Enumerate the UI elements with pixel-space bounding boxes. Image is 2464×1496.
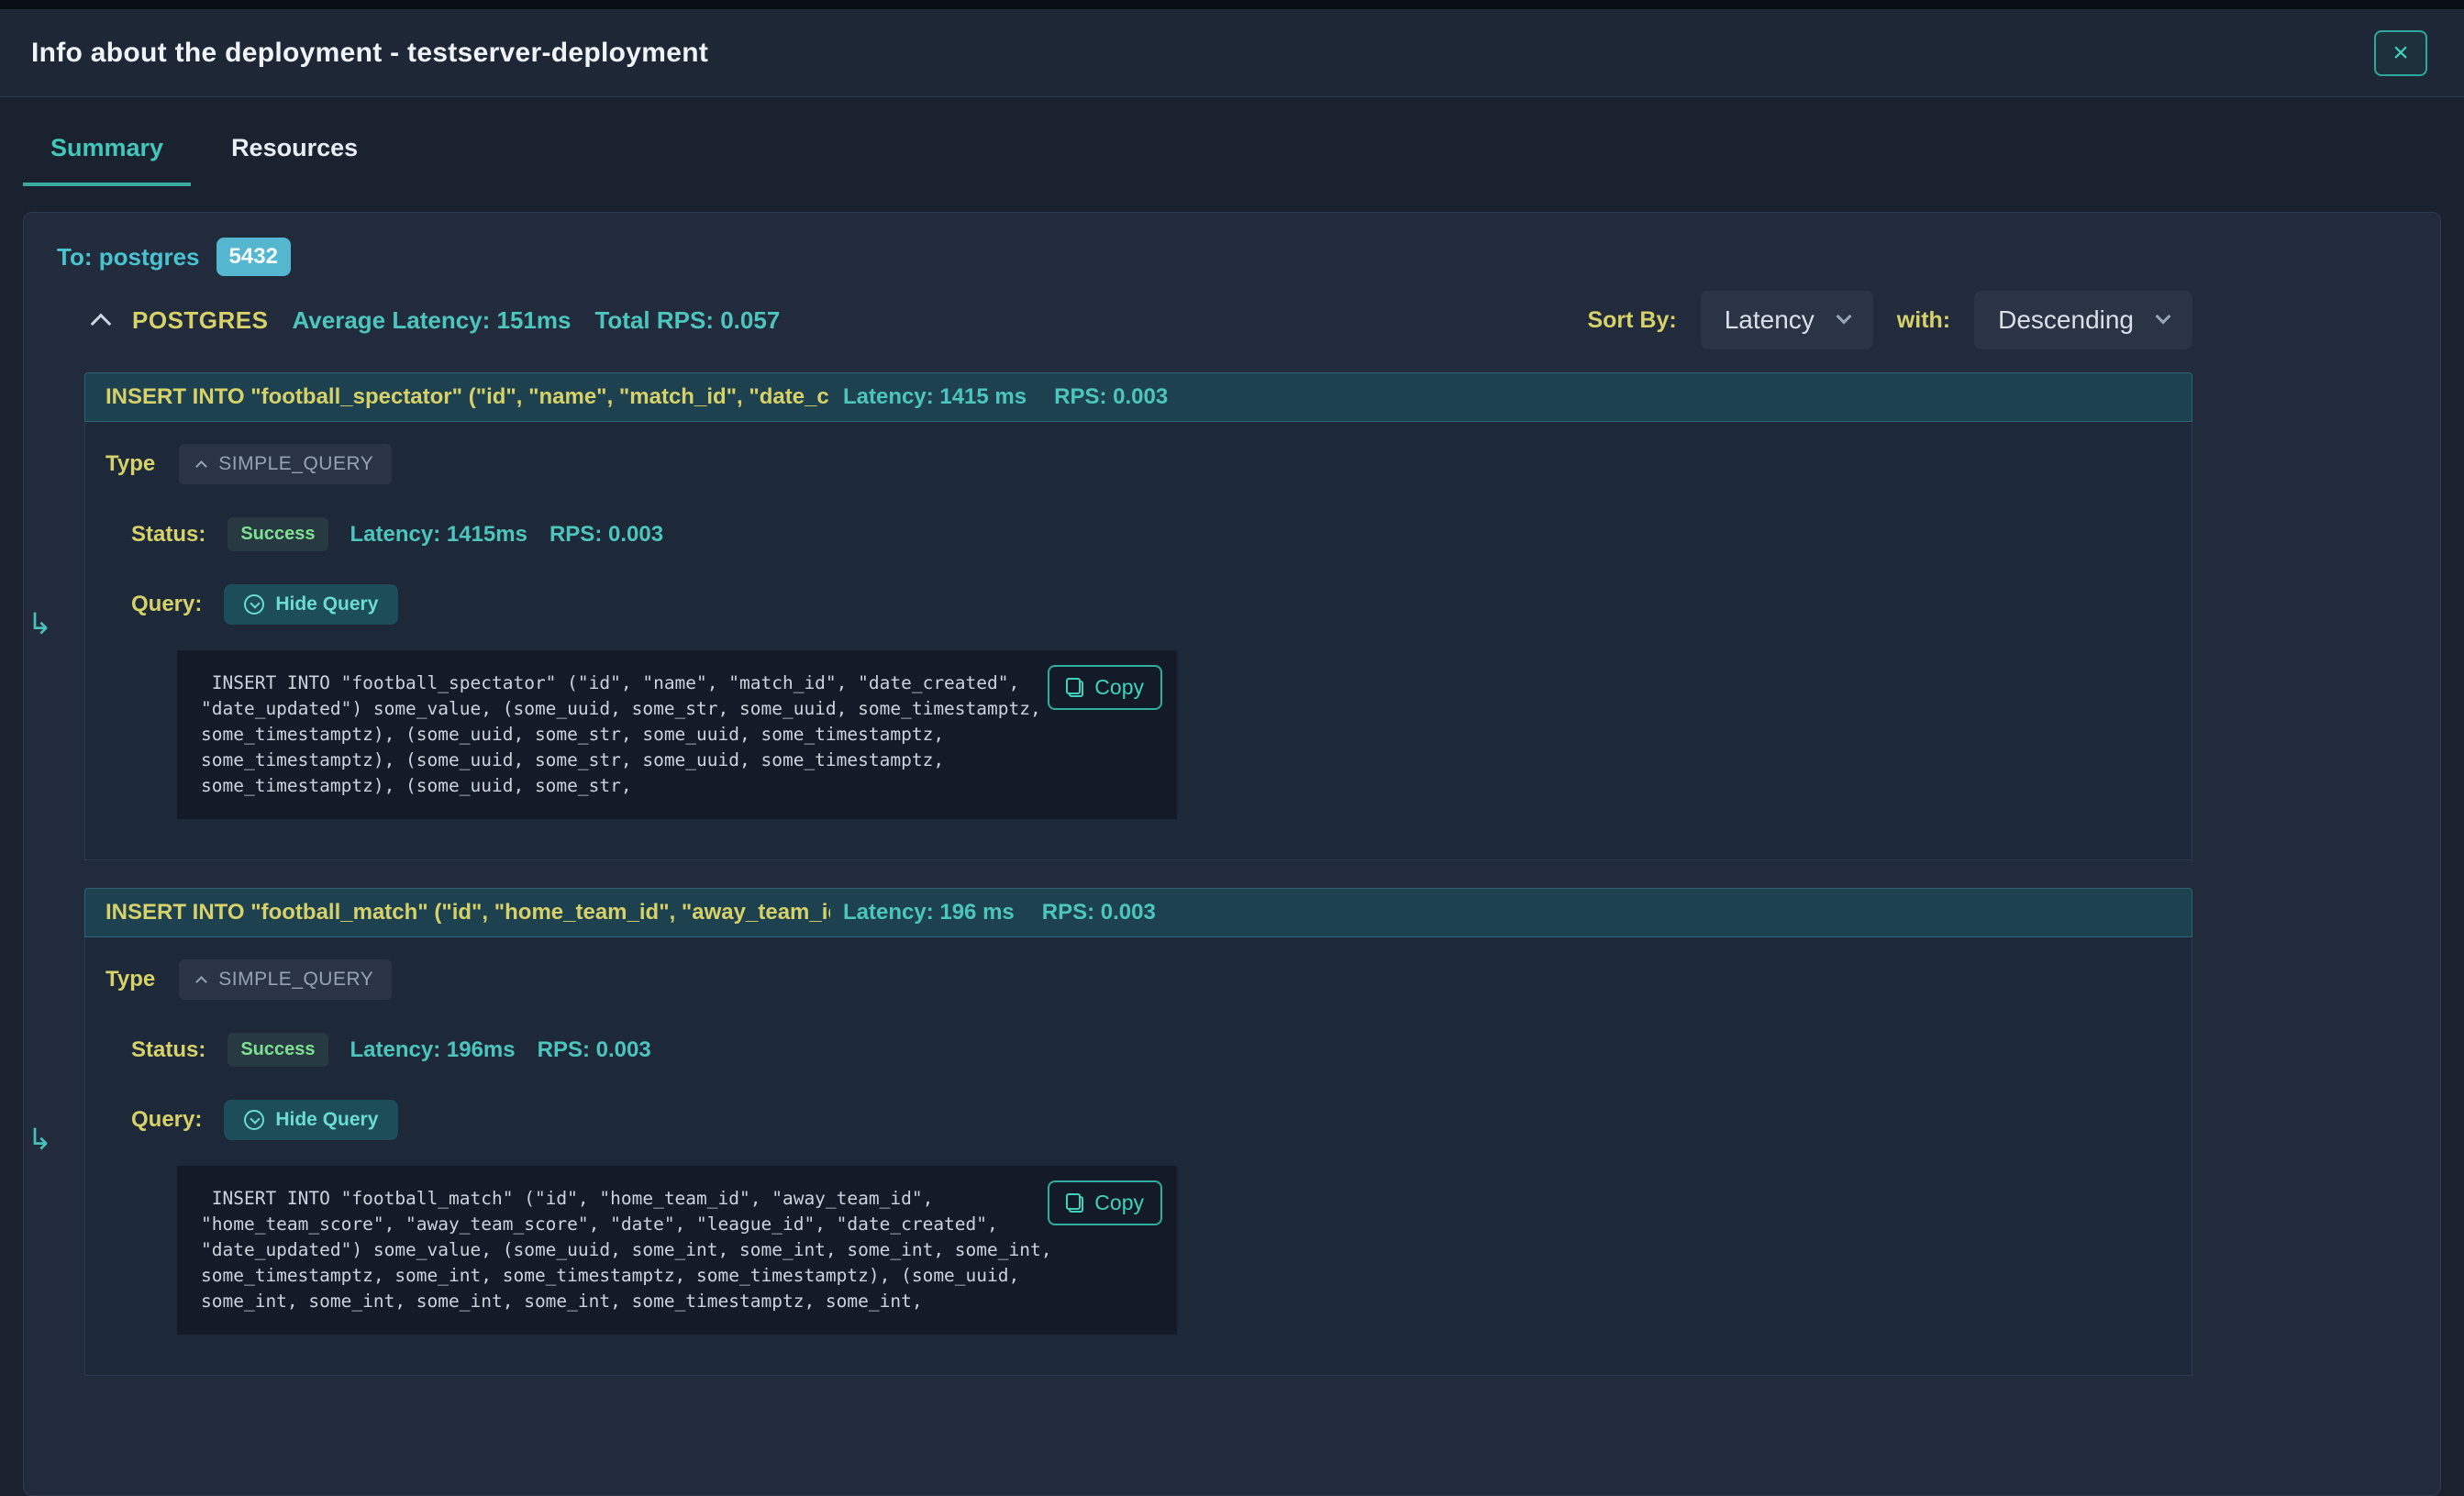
status-row: Status: Success Latency: 196ms RPS: 0.00… <box>105 1033 2192 1067</box>
database-name: POSTGRES <box>132 306 268 335</box>
connection-target-label: To: postgres <box>57 243 200 271</box>
query-header-latency: Latency: 1415 ms <box>843 384 1027 410</box>
sort-field-dropdown[interactable]: Latency <box>1701 291 1873 349</box>
sort-by-label: Sort By: <box>1587 307 1676 334</box>
query-title: INSERT INTO "football_spectator" ("id", … <box>105 384 830 410</box>
tab-resources[interactable]: Resources <box>204 134 385 186</box>
type-label: Type <box>105 451 155 477</box>
status-badge: Success <box>228 517 327 551</box>
section-summary: POSTGRES Average Latency: 151ms Total RP… <box>94 306 780 335</box>
query-rps: RPS: 0.003 <box>549 522 663 548</box>
copy-button[interactable]: Copy <box>1048 1180 1162 1225</box>
query-label: Query: <box>131 1107 202 1133</box>
query-card-header[interactable]: INSERT INTO "football_match" ("id", "hom… <box>84 888 2192 937</box>
copy-label: Copy <box>1094 675 1144 700</box>
query-title: INSERT INTO "football_match" ("id", "hom… <box>105 900 830 925</box>
query-type-value: SIMPLE_QUERY <box>218 969 373 991</box>
hide-query-button[interactable]: Hide Query <box>224 1100 398 1140</box>
query-sql-text: INSERT INTO "football_match" ("id", "hom… <box>201 1186 1153 1314</box>
window-top-strip <box>0 0 2464 9</box>
average-latency: Average Latency: 151ms <box>292 306 571 335</box>
copy-icon <box>1066 1193 1083 1213</box>
query-header-rps: RPS: 0.003 <box>1042 900 1156 925</box>
collapse-circle-arrow-icon <box>244 594 264 615</box>
copy-button[interactable]: Copy <box>1048 665 1162 710</box>
modal-header: Info about the deployment - testserver-d… <box>0 9 2464 97</box>
query-row: Query: Hide Query <box>105 1100 2192 1140</box>
query-row: Query: Hide Query <box>105 584 2192 625</box>
query-card: ↳ INSERT INTO "football_spectator" ("id"… <box>84 372 2192 860</box>
sort-controls: Sort By: Latency with: Descending <box>1587 291 2192 349</box>
total-rps: Total RPS: 0.057 <box>594 306 780 335</box>
close-button[interactable]: × <box>2374 30 2427 76</box>
return-arrow-icon: ↳ <box>28 1122 52 1157</box>
type-label: Type <box>105 967 155 992</box>
query-latency: Latency: 1415ms <box>350 522 527 548</box>
return-arrow-icon: ↳ <box>28 606 52 641</box>
query-sql-text: INSERT INTO "football_spectator" ("id", … <box>201 670 1153 799</box>
type-row: Type SIMPLE_QUERY <box>105 444 2192 484</box>
type-row: Type SIMPLE_QUERY <box>105 959 2192 1000</box>
chevron-up-icon <box>195 976 207 988</box>
postgres-section-header: POSTGRES Average Latency: 151ms Total RP… <box>84 290 2192 350</box>
collapse-circle-arrow-icon <box>244 1110 264 1130</box>
copy-icon <box>1066 678 1083 697</box>
chevron-down-icon <box>1836 309 1851 325</box>
port-badge: 5432 <box>216 238 291 276</box>
close-icon: × <box>2392 39 2409 67</box>
hide-query-label: Hide Query <box>275 1109 378 1131</box>
chevron-up-icon <box>195 460 207 472</box>
sort-field-value: Latency <box>1725 305 1815 335</box>
tab-summary[interactable]: Summary <box>23 134 191 186</box>
query-header-rps: RPS: 0.003 <box>1054 384 1168 410</box>
query-header-latency: Latency: 196 ms <box>843 900 1015 925</box>
sort-direction-dropdown[interactable]: Descending <box>1974 291 2192 349</box>
connection-row: To: postgres 5432 <box>57 237 2407 277</box>
query-latency: Latency: 196ms <box>350 1037 516 1063</box>
query-type-value: SIMPLE_QUERY <box>218 453 373 475</box>
hide-query-button[interactable]: Hide Query <box>224 584 398 625</box>
chevron-down-icon <box>2156 309 2171 325</box>
content-column: POSTGRES Average Latency: 151ms Total RP… <box>84 290 2192 1376</box>
query-label: Query: <box>131 592 202 617</box>
sort-direction-value: Descending <box>1998 305 2134 335</box>
status-label: Status: <box>131 522 205 548</box>
query-rps: RPS: 0.003 <box>538 1037 651 1063</box>
page-title: Info about the deployment - testserver-d… <box>31 38 708 69</box>
query-card-header[interactable]: INSERT INTO "football_spectator" ("id", … <box>84 372 2192 422</box>
status-badge: Success <box>228 1033 327 1067</box>
deployment-info-panel: To: postgres 5432 POSTGRES Average Laten… <box>23 212 2441 1496</box>
query-code-block: INSERT INTO "football_match" ("id", "hom… <box>177 1166 1177 1335</box>
query-type-toggle[interactable]: SIMPLE_QUERY <box>179 959 392 1000</box>
query-card: ↳ INSERT INTO "football_match" ("id", "h… <box>84 888 2192 1376</box>
query-card-body: Type SIMPLE_QUERY Status: Success Latenc… <box>84 937 2192 1376</box>
query-card-body: Type SIMPLE_QUERY Status: Success Latenc… <box>84 422 2192 860</box>
query-code-block: INSERT INTO "football_spectator" ("id", … <box>177 650 1177 819</box>
status-label: Status: <box>131 1037 205 1063</box>
collapse-chevron-up-icon[interactable] <box>91 314 112 335</box>
copy-label: Copy <box>1094 1191 1144 1215</box>
query-type-toggle[interactable]: SIMPLE_QUERY <box>179 444 392 484</box>
sort-with-label: with: <box>1897 307 1950 334</box>
tab-bar: Summary Resources <box>0 97 2464 186</box>
status-row: Status: Success Latency: 1415ms RPS: 0.0… <box>105 517 2192 551</box>
hide-query-label: Hide Query <box>275 593 378 615</box>
